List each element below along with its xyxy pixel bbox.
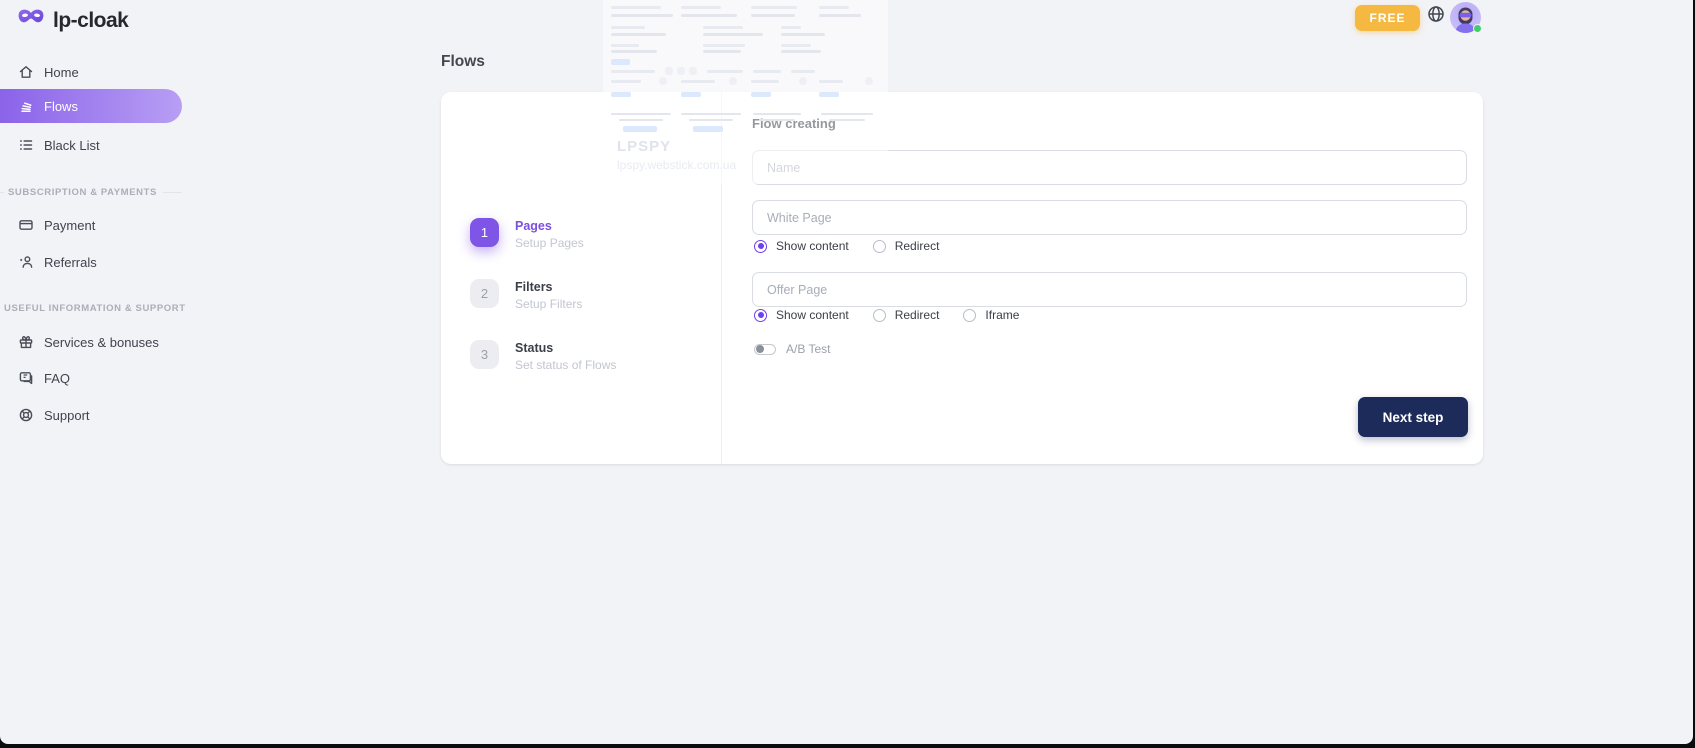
toggle-knob [756, 345, 764, 353]
sidebar-item-label: Black List [44, 138, 100, 153]
sidebar-item-payment[interactable]: Payment [0, 210, 182, 240]
radio-circle [963, 309, 976, 322]
sidebar-item-home[interactable]: Home [0, 57, 182, 87]
offer-page-input[interactable] [752, 272, 1467, 307]
next-step-button[interactable]: Next step [1358, 397, 1468, 437]
sidebar-item-services[interactable]: Services & bonuses [0, 327, 182, 357]
sidebar-section-subscription: SUBSCRIPTION & PAYMENTS [0, 185, 182, 199]
step-title: Status [515, 341, 616, 355]
sidebar-item-label: Support [44, 408, 90, 423]
sidebar-item-label: Referrals [44, 255, 97, 270]
card-divider [721, 92, 722, 464]
sidebar-item-label: Home [44, 65, 79, 80]
sidebar-item-label: Payment [44, 218, 95, 233]
home-icon [18, 64, 34, 80]
sidebar-item-label: Services & bonuses [44, 335, 159, 350]
sidebar-item-black-list[interactable]: Black List [0, 130, 182, 160]
page-title: Flows [441, 53, 485, 71]
sidebar-item-label: FAQ [44, 371, 70, 386]
ab-test-toggle[interactable] [754, 344, 776, 355]
radio-offer-iframe[interactable]: Iframe [963, 308, 1019, 322]
ab-test-label: A/B Test [786, 342, 830, 356]
radio-label: Iframe [985, 308, 1019, 322]
offer-page-mode-radios: Show content Redirect Iframe [754, 308, 1019, 322]
radio-circle [754, 240, 767, 253]
support-icon [18, 407, 34, 423]
step-subtitle: Setup Filters [515, 297, 582, 311]
step-filters[interactable]: 2 Filters Setup Filters [470, 279, 582, 311]
referral-person-icon [18, 254, 34, 270]
step-subtitle: Setup Pages [515, 236, 584, 250]
brand-name: lp-cloak [53, 9, 128, 33]
step-number-badge: 2 [470, 279, 499, 308]
radio-white-show-content[interactable]: Show content [754, 239, 849, 253]
radio-circle [873, 240, 886, 253]
radio-circle [754, 309, 767, 322]
sidebar-item-support[interactable]: Support [0, 400, 182, 430]
radio-offer-show-content[interactable]: Show content [754, 308, 849, 322]
radio-label: Redirect [895, 239, 940, 253]
form-title: Flow creating [752, 116, 836, 131]
radio-label: Show content [776, 308, 849, 322]
radio-label: Show content [776, 239, 849, 253]
user-avatar[interactable] [1450, 2, 1481, 33]
radio-circle [873, 309, 886, 322]
flow-creating-card: 1 Pages Setup Pages 2 Filters Setup Filt… [441, 92, 1483, 464]
faq-bubble-icon [18, 370, 34, 386]
ab-test-toggle-row: A/B Test [754, 342, 830, 356]
gift-icon [18, 334, 34, 350]
radio-white-redirect[interactable]: Redirect [873, 239, 940, 253]
radio-offer-redirect[interactable]: Redirect [873, 308, 940, 322]
step-pages[interactable]: 1 Pages Setup Pages [470, 218, 584, 250]
sidebar-item-label: Flows [44, 99, 78, 114]
sidebar-item-referrals[interactable]: Referrals [0, 247, 182, 277]
white-page-mode-radios: Show content Redirect [754, 239, 939, 253]
sidebar-item-flows[interactable]: Flows [0, 89, 182, 123]
online-status-dot [1473, 24, 1482, 33]
step-subtitle: Set status of Flows [515, 358, 616, 372]
step-number-badge: 3 [470, 340, 499, 369]
step-number-badge: 1 [470, 218, 499, 247]
name-input[interactable] [752, 150, 1467, 185]
sidebar-section-support: USEFUL INFORMATION & SUPPORT [0, 301, 182, 315]
step-status[interactable]: 3 Status Set status of Flows [470, 340, 616, 372]
language-globe-icon[interactable] [1427, 5, 1445, 23]
section-title: SUBSCRIPTION & PAYMENTS [4, 187, 163, 198]
radio-label: Redirect [895, 308, 940, 322]
section-title: USEFUL INFORMATION & SUPPORT [0, 303, 192, 314]
app-window: lp-cloak Home Flows [0, 0, 1693, 744]
brand-logo[interactable]: lp-cloak [16, 6, 128, 35]
plan-free-badge[interactable]: FREE [1355, 5, 1420, 31]
sidebar-item-faq[interactable]: FAQ [0, 363, 182, 393]
white-page-input[interactable] [752, 200, 1467, 235]
step-title: Filters [515, 280, 582, 294]
credit-card-icon [18, 217, 34, 233]
list-icon [18, 137, 34, 153]
flows-stack-icon [18, 98, 34, 114]
sidebar: lp-cloak Home Flows [0, 0, 200, 744]
mask-logo-icon [16, 6, 46, 35]
step-title: Pages [515, 219, 584, 233]
